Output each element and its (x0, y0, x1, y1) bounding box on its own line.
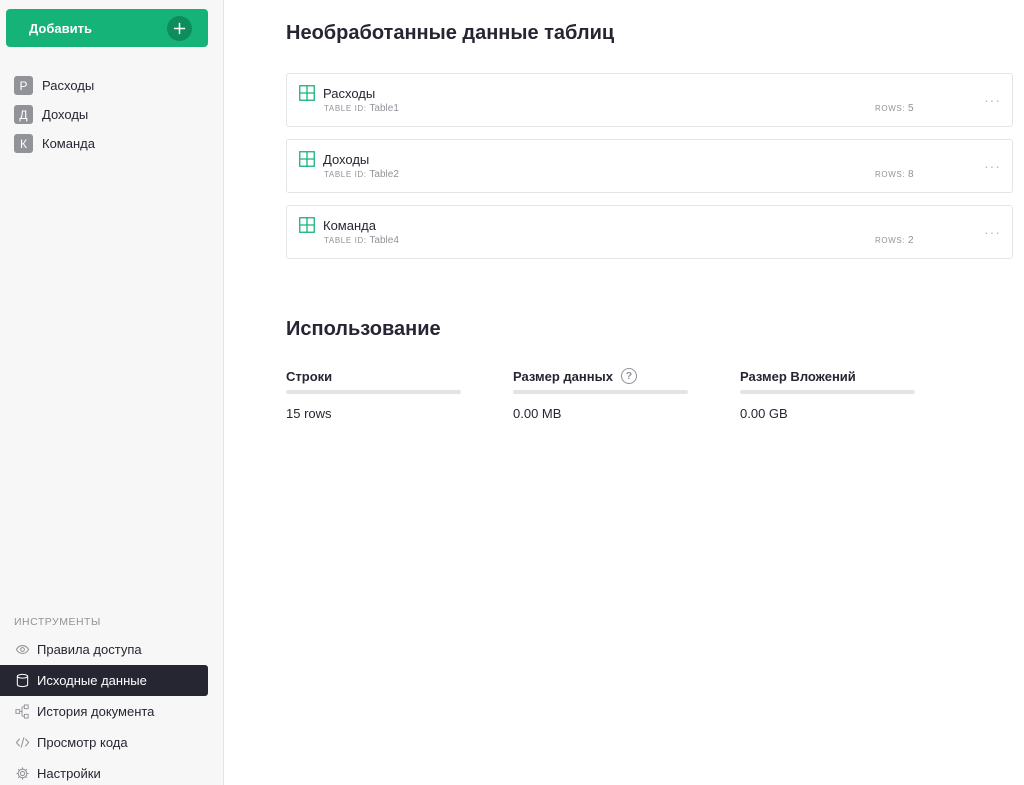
page-label: Расходы (42, 78, 95, 93)
plus-icon (167, 16, 192, 41)
tool-access-rules[interactable]: Правила доступа (0, 634, 224, 665)
page-item-expenses[interactable]: Р Расходы (0, 71, 224, 100)
metric-value: 0.00 GB (740, 406, 788, 421)
tool-document-history[interactable]: История документа (0, 696, 224, 727)
metric-label: Размер Вложений (740, 368, 915, 384)
usage-bar (286, 390, 461, 394)
page-label: Доходы (42, 107, 89, 122)
metric-value: 15 rows (286, 406, 332, 421)
usage-bar (513, 390, 688, 394)
metric-data-size: Размер данных? 0.00 MB (513, 368, 688, 421)
page-list: Р Расходы Д Доходы К Команда (0, 71, 224, 158)
page-item-team[interactable]: К Команда (0, 129, 224, 158)
rows-label: ROWS: (875, 236, 908, 245)
page-label: Команда (42, 136, 95, 151)
add-button-label: Добавить (29, 20, 92, 36)
table-id: TABLE ID: Table4 (324, 235, 399, 246)
raw-data-title: Необработанные данные таблиц (286, 22, 615, 44)
table-card-income[interactable]: Доходы TABLE ID: Table2 ROWS: 8 ··· (286, 139, 1013, 193)
more-options-icon[interactable]: ··· (977, 224, 1008, 240)
tool-code-view[interactable]: Просмотр кода (0, 727, 224, 758)
tool-label: Просмотр кода (37, 735, 128, 750)
table-card-expenses[interactable]: Расходы TABLE ID: Table1 ROWS: 5 ··· (286, 73, 1013, 127)
rows-value: 8 (907, 169, 914, 180)
table-id-label: TABLE ID: (324, 236, 370, 245)
page-initial-badge: К (14, 134, 33, 153)
history-icon (14, 704, 30, 720)
metric-label-text: Строки (286, 368, 333, 384)
table-id-value: Table1 (369, 103, 399, 114)
table-id-value: Table4 (369, 235, 399, 246)
usage-title: Использование (286, 318, 441, 340)
table-name: Команда (323, 218, 376, 233)
tool-settings[interactable]: Настройки (0, 758, 224, 785)
tool-label: Исходные данные (37, 673, 147, 688)
tools-section: ИНСТРУМЕНТЫ Правила доступа Исходные дан… (0, 610, 224, 785)
add-new-button[interactable]: Добавить (6, 9, 208, 47)
page-item-income[interactable]: Д Доходы (0, 100, 224, 129)
table-name: Расходы (323, 86, 376, 101)
table-name: Доходы (323, 152, 370, 167)
page-initial-badge: Р (14, 76, 33, 95)
table-id-label: TABLE ID: (324, 104, 370, 113)
usage-bar (740, 390, 915, 394)
table-id-label: TABLE ID: (324, 170, 370, 179)
eye-icon (14, 642, 30, 658)
metric-label: Строки (286, 368, 461, 384)
database-icon (14, 673, 30, 689)
rows-value: 2 (907, 235, 914, 246)
metric-label: Размер данных? (513, 368, 688, 384)
table-id-value: Table2 (369, 169, 399, 180)
code-icon (14, 735, 30, 751)
table-grid-icon (299, 85, 315, 101)
left-panel: Добавить Р Расходы Д Доходы К Команда ИН… (0, 0, 224, 785)
table-id: TABLE ID: Table2 (324, 169, 399, 180)
metric-label-text: Размер данных (513, 368, 613, 384)
rows-label: ROWS: (875, 170, 908, 179)
help-icon[interactable]: ? (620, 368, 637, 384)
metric-attachments-size: Размер Вложений 0.00 GB (740, 368, 915, 421)
table-card-team[interactable]: Команда TABLE ID: Table4 ROWS: 2 ··· (286, 205, 1013, 259)
metric-value: 0.00 MB (513, 406, 562, 421)
more-options-icon[interactable]: ··· (977, 92, 1008, 108)
table-grid-icon (299, 151, 315, 167)
table-rows: ROWS: 5 (875, 103, 914, 114)
more-options-icon[interactable]: ··· (977, 158, 1008, 174)
metric-rows: Строки 15 rows (286, 368, 461, 421)
rows-label: ROWS: (875, 104, 908, 113)
tools-header: ИНСТРУМЕНТЫ (14, 616, 101, 628)
page-initial-badge: Д (14, 105, 33, 124)
tool-label: Настройки (37, 766, 101, 781)
table-id: TABLE ID: Table1 (324, 103, 399, 114)
rows-value: 5 (907, 103, 914, 114)
gear-icon (14, 766, 30, 782)
tool-label: Правила доступа (37, 642, 142, 657)
table-grid-icon (299, 217, 315, 233)
tool-label: История документа (37, 704, 155, 719)
tool-raw-data[interactable]: Исходные данные (0, 665, 208, 696)
metric-label-text: Размер Вложений (740, 368, 856, 384)
table-rows: ROWS: 2 (875, 235, 914, 246)
table-rows: ROWS: 8 (875, 169, 914, 180)
